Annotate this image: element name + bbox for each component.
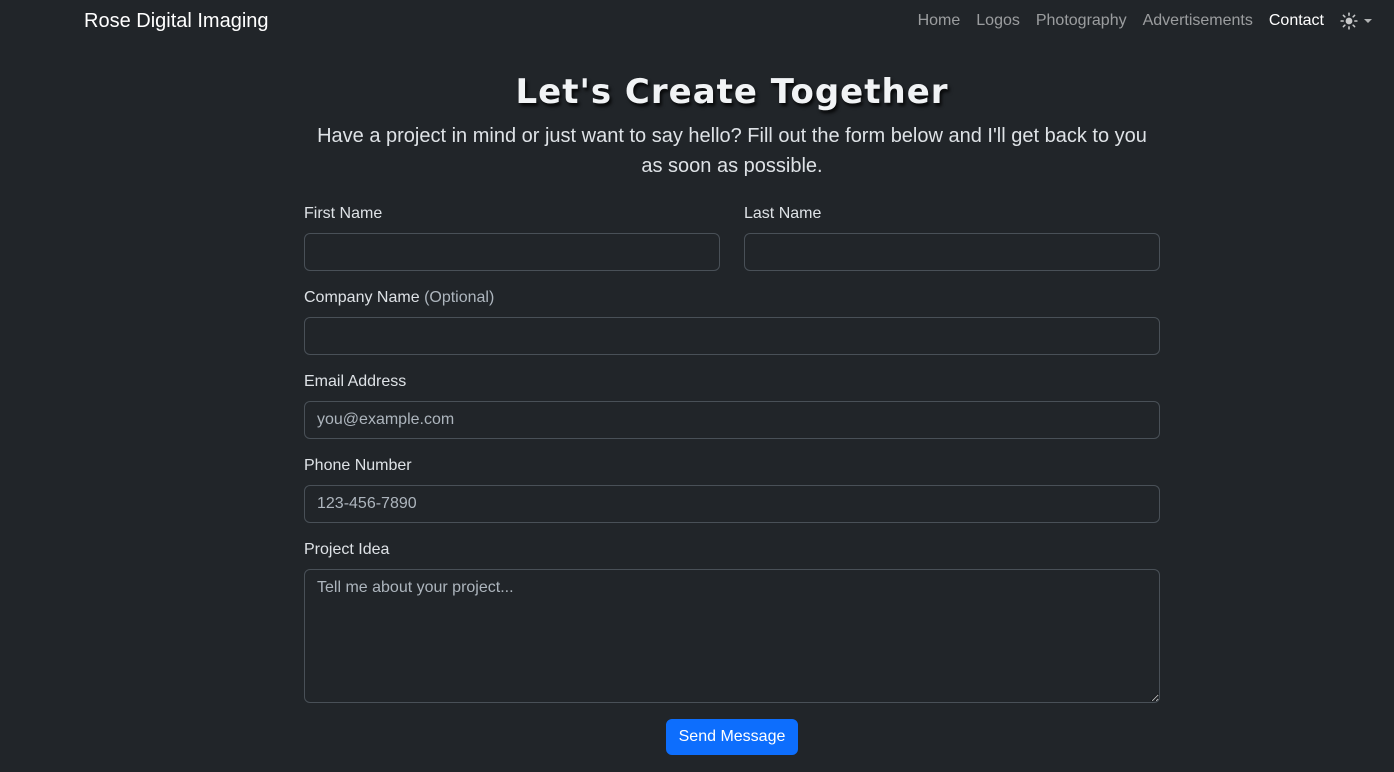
nav-link-photography[interactable]: Photography — [1036, 12, 1127, 30]
page-title: Let's Create Together — [515, 72, 949, 112]
last-name-field[interactable] — [744, 233, 1160, 271]
project-idea-field[interactable] — [304, 569, 1160, 703]
first-name-field[interactable] — [304, 233, 720, 271]
nav-link-advertisements[interactable]: Advertisements — [1143, 12, 1253, 30]
nav-links: Home Logos Photography Advertisements Co… — [902, 12, 1372, 30]
page-subtitle: Have a project in mind or just want to s… — [317, 125, 1147, 177]
phone-label: Phone Number — [304, 457, 412, 474]
brand-link[interactable]: Rose Digital Imaging — [84, 10, 269, 33]
first-name-label: First Name — [304, 205, 383, 222]
sun-icon — [1340, 12, 1358, 30]
email-label: Email Address — [304, 373, 407, 390]
company-name-field[interactable] — [304, 317, 1160, 355]
navbar: Rose Digital Imaging Home Logos Photogra… — [0, 0, 1394, 44]
nav-link-logos[interactable]: Logos — [976, 12, 1020, 30]
send-message-button[interactable]: Send Message — [665, 719, 799, 755]
optional-hint: (Optional) — [424, 289, 495, 306]
project-idea-label: Project Idea — [304, 541, 390, 558]
last-name-label: Last Name — [744, 205, 822, 222]
contact-form: First Name Last Name Company Name (Optio… — [304, 205, 1160, 755]
theme-toggle-dropdown[interactable] — [1340, 12, 1372, 30]
chevron-down-icon — [1364, 19, 1372, 23]
company-name-label: Company Name (Optional) — [304, 289, 495, 306]
nav-link-contact[interactable]: Contact — [1269, 12, 1324, 30]
phone-field[interactable] — [304, 485, 1160, 523]
nav-link-home[interactable]: Home — [918, 12, 961, 30]
email-field[interactable] — [304, 401, 1160, 439]
